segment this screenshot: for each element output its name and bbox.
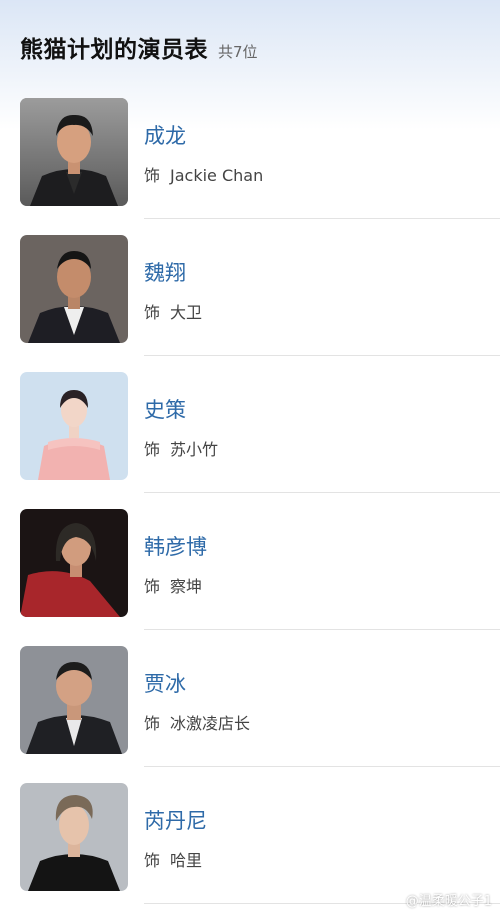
actor-photo[interactable]: [20, 783, 128, 891]
actor-photo[interactable]: [20, 372, 128, 480]
portrait-icon: [20, 509, 128, 617]
watermark: @温柔暖公子1: [405, 894, 492, 909]
actor-photo[interactable]: [20, 646, 128, 754]
portrait-icon: [20, 783, 128, 891]
role-text: 饰苏小竹: [144, 436, 218, 460]
role-text: 饰大卫: [144, 299, 202, 323]
role-name: 大卫: [170, 303, 203, 322]
cast-list: 成龙 饰 Jackie Chan 魏翔 饰大卫 史策 饰 苏小竹 韩彦博 饰 察…: [0, 82, 500, 904]
role-name: 苏小竹: [170, 440, 219, 459]
role-prefix: 饰: [144, 440, 161, 459]
role-text: 饰 Jackie Chan: [144, 162, 263, 186]
role-prefix: 饰: [144, 851, 161, 870]
role-prefix: 饰: [144, 577, 161, 596]
actor-photo[interactable]: [20, 509, 128, 617]
list-item[interactable]: 芮丹尼 饰哈里: [0, 767, 500, 904]
actor-photo[interactable]: [20, 98, 128, 206]
portrait-icon: [20, 646, 128, 754]
list-item[interactable]: 史策 饰苏小竹: [0, 356, 500, 493]
role-text: 饰哈里: [144, 847, 202, 871]
actor-name[interactable]: 成龙: [144, 120, 186, 150]
role-prefix: 饰: [144, 303, 161, 322]
actor-name[interactable]: 史策: [144, 394, 186, 424]
page-title: 熊猫计划的演员表: [20, 37, 208, 63]
actor-name[interactable]: 贾冰: [144, 668, 186, 698]
role-prefix: 饰: [144, 714, 161, 733]
role-name: Jackie Chan: [170, 166, 264, 185]
actor-name[interactable]: 魏翔: [144, 257, 186, 287]
cast-header: 熊猫计划的演员表 共7位: [20, 30, 258, 66]
list-item[interactable]: 魏翔 饰大卫: [0, 219, 500, 356]
actor-name[interactable]: 韩彦博: [144, 531, 207, 561]
role-text: 饰冰激凌店长: [144, 710, 250, 734]
actor-photo[interactable]: [20, 235, 128, 343]
role-text: 饰察坤: [144, 573, 202, 597]
role-name: 察坤: [170, 577, 203, 596]
actor-name[interactable]: 芮丹尼: [144, 805, 207, 835]
list-item[interactable]: 韩彦博 饰察坤: [0, 493, 500, 630]
role-name: 冰激凌店长: [170, 714, 251, 733]
cast-count: 共7位: [218, 43, 258, 61]
list-item[interactable]: 贾冰 饰冰激凌店长: [0, 630, 500, 767]
role-prefix: 饰: [144, 166, 161, 185]
portrait-icon: [20, 235, 128, 343]
portrait-icon: [20, 98, 128, 206]
role-name: 哈里: [170, 851, 203, 870]
list-item[interactable]: 成龙 饰 Jackie Chan: [0, 82, 500, 219]
portrait-icon: [20, 372, 128, 480]
